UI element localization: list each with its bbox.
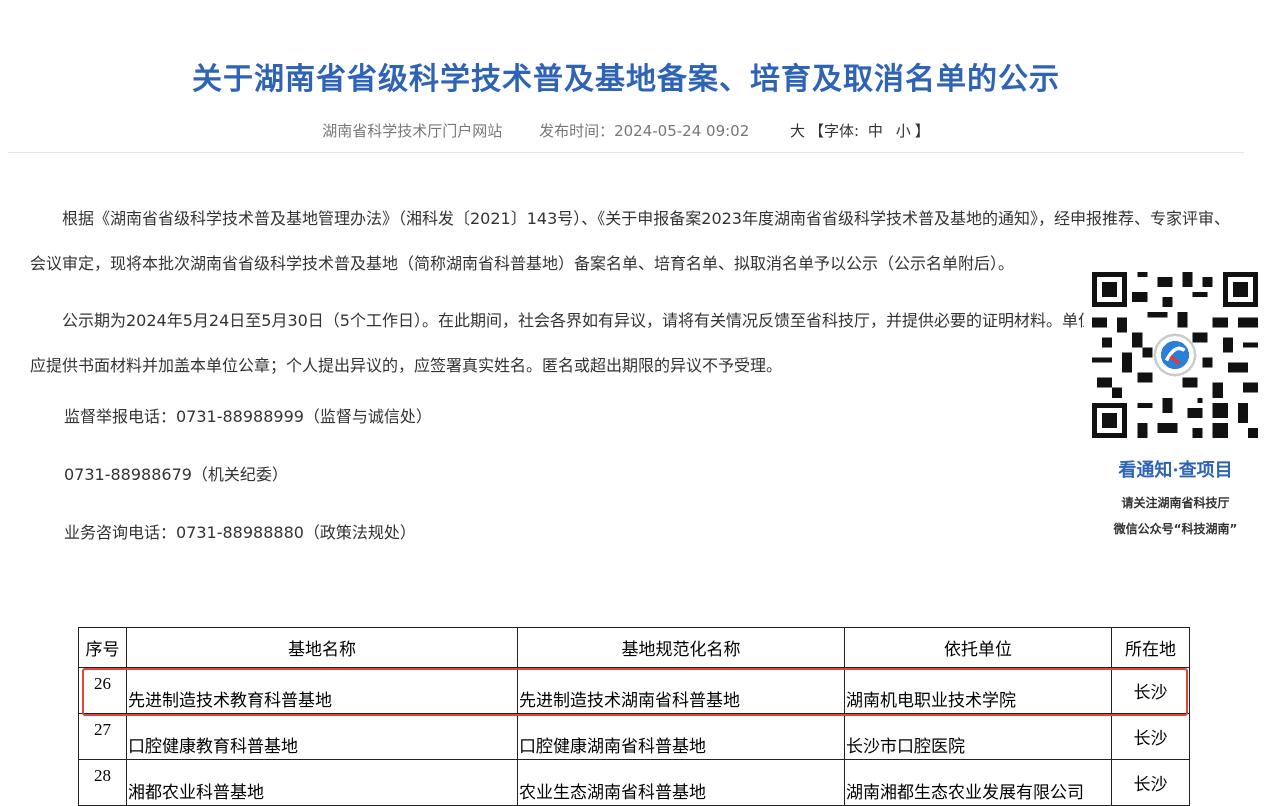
row-index: 26 [78,667,127,714]
publish-label: 发布时间： [539,122,615,140]
font-medium-button[interactable]: 中 [868,122,883,140]
supervision-phone: 监督举报电话：0731-88988999（监督与诚信处） [64,407,432,426]
header-location: 所在地 [1111,627,1190,668]
row-host-unit: 湖南机电职业技术学院 [844,667,1112,714]
header-host-unit: 依托单位 [844,627,1112,668]
row-base-name: 口腔健康教育科普基地 [126,713,518,760]
row-location: 长沙 [1111,759,1190,806]
row-normalized-name: 先进制造技术湖南省科普基地 [517,667,845,714]
font-large-button[interactable]: 大 [790,122,805,140]
row-normalized-name: 农业生态湖南省科普基地 [517,759,845,806]
table-row: 26 先进制造技术教育科普基地 先进制造技术湖南省科普基地 湖南机电职业技术学院… [78,667,1190,714]
qr-headline: 看通知·查项目 [1118,460,1233,481]
qr-code-image [1092,272,1258,438]
consult-phone: 业务咨询电话：0731-88988880（政策法规处） [64,523,416,542]
row-index: 28 [78,759,127,806]
header-normalized-name: 基地规范化名称 [517,627,845,668]
header-index: 序号 [78,627,127,668]
qr-follow-hint: 请关注湖南省科技厅 [1121,496,1230,510]
paragraph-period: 公示期为2024年5月24日至5月30日（5个工作日）。在此期间，社会各界如有异… [30,311,1222,375]
row-host-unit: 长沙市口腔医院 [844,713,1112,760]
article-body: 根据《湖南省省级科学技术普及基地管理办法》（湘科发〔2021〕143号）、《关于… [30,196,1230,576]
row-location: 长沙 [1111,713,1190,760]
source-label: 湖南省科学技术厅门户网站 [322,122,503,140]
row-location: 长沙 [1111,667,1190,714]
font-control-open: 【字体: [809,122,860,140]
row-index: 27 [78,713,127,760]
table-row: 27 口腔健康教育科普基地 口腔健康湖南省科普基地 长沙市口腔医院 长沙 [78,713,1190,760]
qr-account-name: 微信公众号“科技湖南” [1113,522,1238,536]
font-small-button[interactable]: 小 [896,122,911,140]
row-base-name: 先进制造技术教育科普基地 [126,667,518,714]
table-header-row: 序号 基地名称 基地规范化名称 依托单位 所在地 [78,627,1190,668]
font-size-control: 大【字体: 中 小】 [786,122,930,140]
page-title: 关于湖南省省级科学技术普及基地备案、培育及取消名单的公示 [192,62,1060,98]
font-control-close: 】 [914,122,930,140]
science-base-table: 序号 基地名称 基地规范化名称 依托单位 所在地 26 先进制造技术教育科普基地… [78,627,1190,806]
paragraph-basis: 根据《湖南省省级科学技术普及基地管理办法》（湘科发〔2021〕143号）、《关于… [30,209,1230,273]
wechat-qr-panel: 看通知·查项目 请关注湖南省科技厅 微信公众号“科技湖南” [1084,262,1267,552]
discipline-phone: 0731-88988679（机关纪委） [64,465,288,484]
header-divider [8,152,1244,153]
header-base-name: 基地名称 [126,627,518,668]
row-base-name: 湘都农业科普基地 [126,759,518,806]
publish-value: 2024-05-24 09:02 [614,122,750,140]
article-meta: 湖南省科学技术厅门户网站 发布时间：2024-05-24 09:02 大【字体:… [0,120,1252,141]
row-host-unit: 湖南湘都生态农业发展有限公司 [844,759,1112,806]
table-row: 28 湘都农业科普基地 农业生态湖南省科普基地 湖南湘都生态农业发展有限公司 长… [78,759,1190,806]
publish-time: 发布时间：2024-05-24 09:02 [539,122,749,140]
row-normalized-name: 口腔健康湖南省科普基地 [517,713,845,760]
